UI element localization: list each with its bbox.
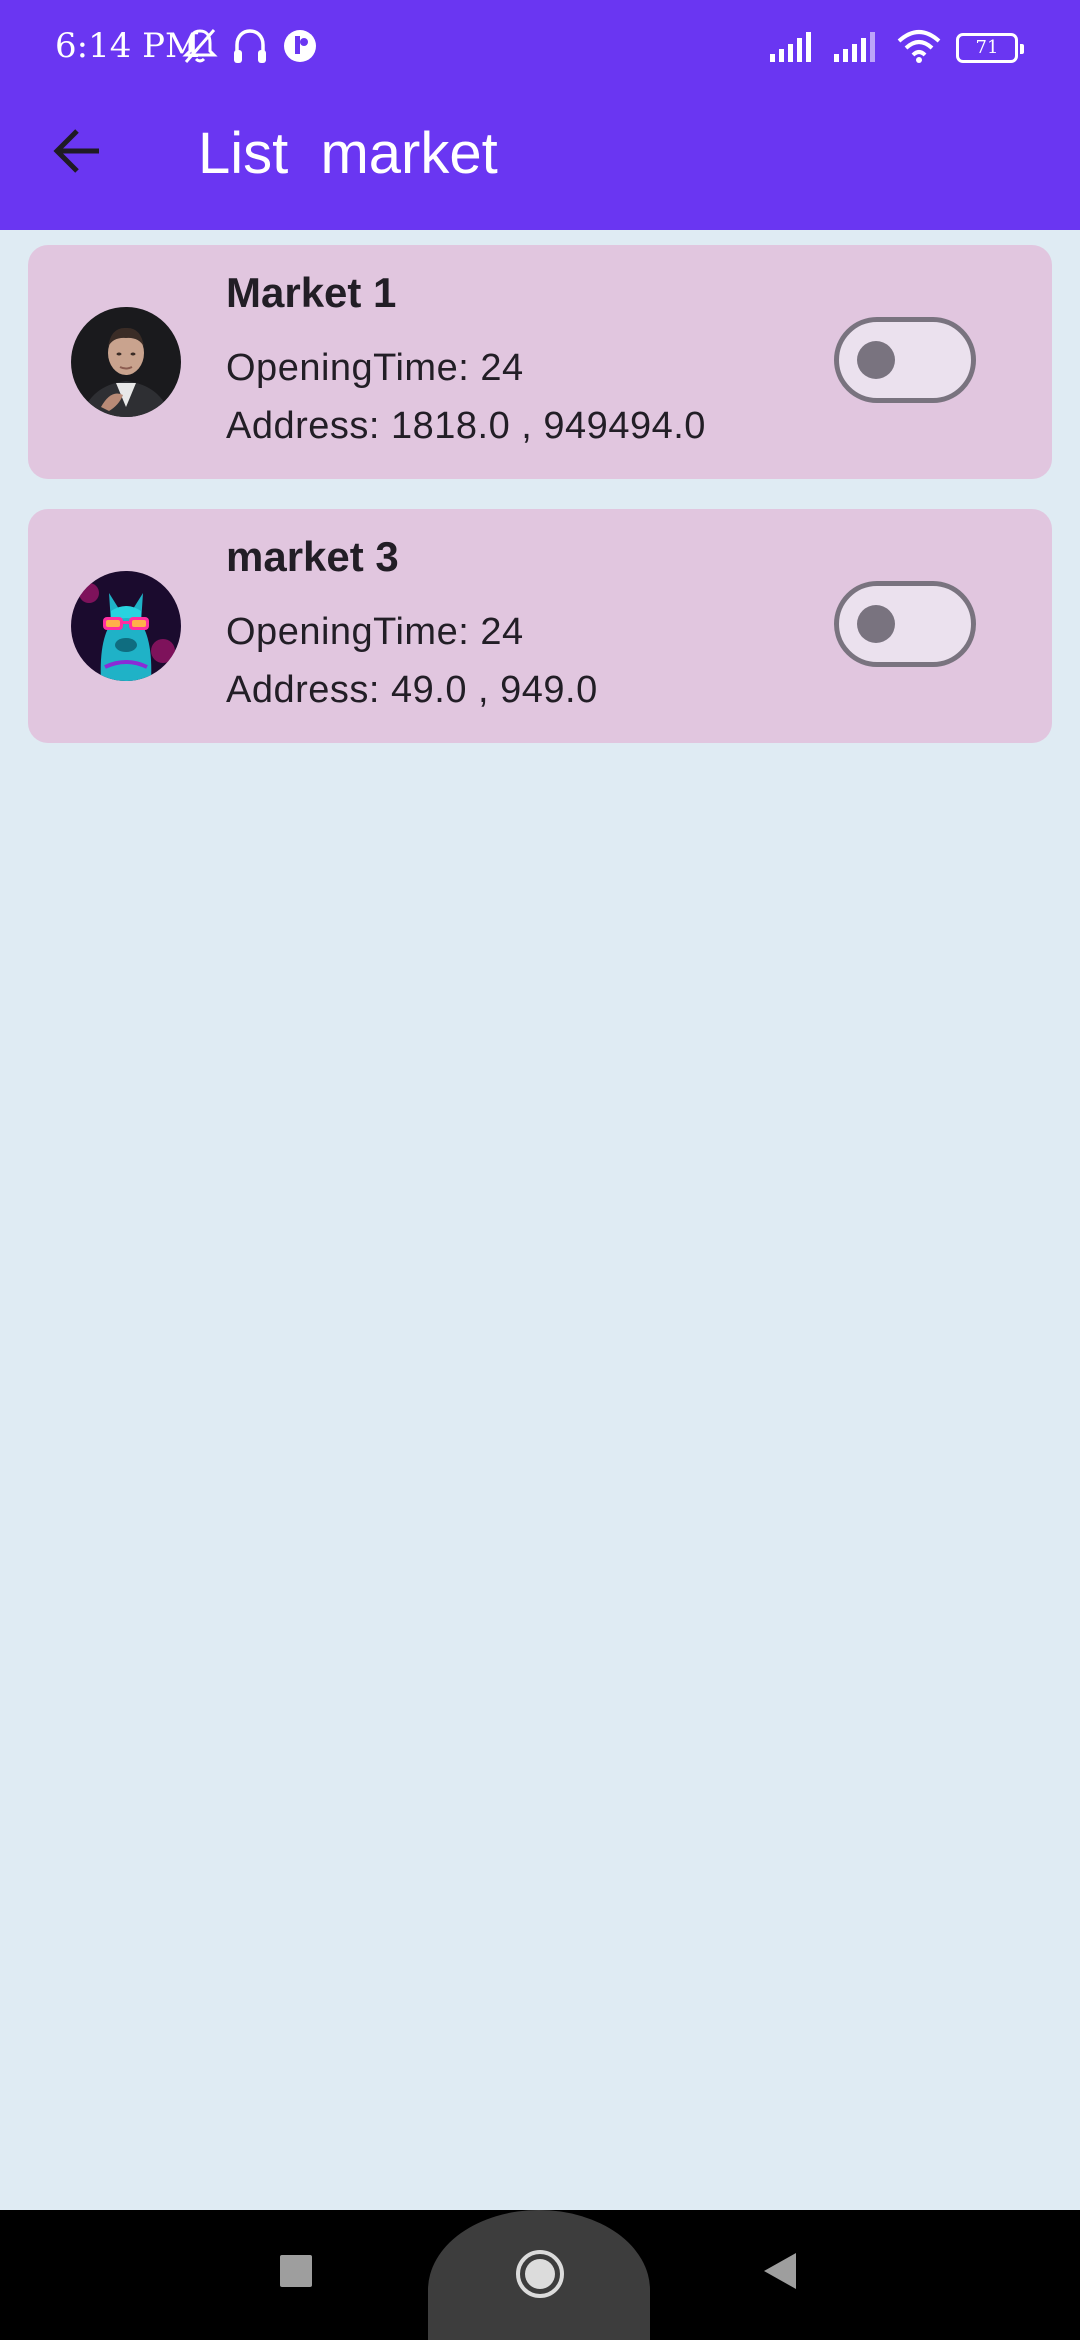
market-address: Address: 1818.0 , 949494.0 [226,405,706,447]
market-opening-time: OpeningTime: 24 [226,611,524,653]
market-name: market 3 [226,533,399,580]
back-nav-button[interactable] [750,2243,810,2303]
toggle-knob [857,341,895,379]
headphones-icon [230,26,270,71]
toolbar: List market [0,96,1080,230]
market-status-toggle[interactable] [834,317,976,403]
back-button[interactable] [40,116,114,190]
market-opening-time: OpeningTime: 24 [226,347,524,389]
status-right-icons: 71 [768,28,1024,68]
app-bar: 6:14 PM 71 List market [0,0,1080,230]
market-address: Address: 49.0 , 949.0 [226,669,598,711]
system-nav-bar [0,2210,1080,2340]
status-time: 6:14 PM [55,26,200,66]
app-notification-icon [280,26,320,71]
circle-home-icon [514,2248,566,2305]
market-name: Market 1 [226,269,397,316]
market-list: Market 1 OpeningTime: 24 Address: 1818.0… [28,245,1052,773]
recents-button[interactable] [266,2243,326,2303]
status-bar: 6:14 PM 71 [0,0,1080,96]
market-card[interactable]: Market 1 OpeningTime: 24 Address: 1818.0… [28,245,1052,479]
arrow-left-icon [51,125,103,182]
avatar [71,571,181,681]
status-left-icons [180,26,320,70]
bell-off-icon [180,26,220,71]
signal-icon [768,30,818,67]
wifi-icon [896,29,942,68]
market-status-toggle[interactable] [834,581,976,667]
battery-level: 71 [975,37,999,58]
avatar [71,307,181,417]
page-title: List market [198,121,498,186]
square-recents-icon [279,2254,313,2293]
triangle-back-icon [762,2251,798,2296]
home-button[interactable] [505,2241,575,2311]
signal-icon [832,30,882,67]
battery-icon: 71 [956,33,1024,63]
market-card[interactable]: market 3 OpeningTime: 24 Address: 49.0 ,… [28,509,1052,743]
toggle-knob [857,605,895,643]
